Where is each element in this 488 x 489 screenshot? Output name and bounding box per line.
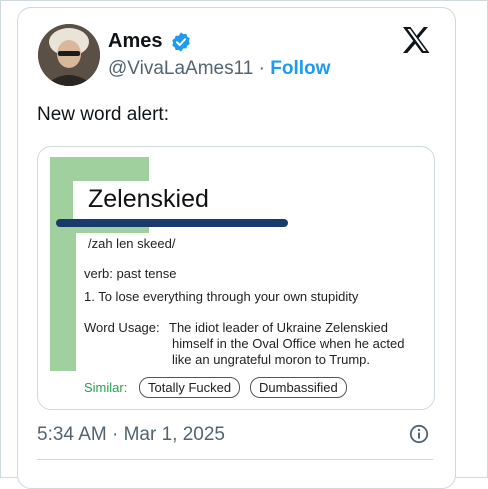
author-handle-line: @VivaLaAmes11 · Follow [108, 58, 330, 80]
pronunciation: /zah len skeed/ [88, 236, 176, 251]
similar-label: Similar: [84, 380, 128, 395]
tweet-text: New word alert: [37, 104, 169, 125]
tweet-media[interactable]: Zelenskied /zah len skeed/ verb: past te… [37, 146, 435, 410]
similar-word-pill: Totally Fucked [139, 377, 241, 398]
blue-underline [56, 219, 288, 227]
definition: 1. To lose everything through your own s… [84, 289, 359, 304]
usage-line: The idiot leader of Ukraine Zelenskied [169, 320, 388, 335]
author-handle[interactable]: @VivaLaAmes11 [108, 58, 253, 79]
follow-button[interactable]: Follow [270, 58, 330, 79]
separator-dot: · [258, 58, 265, 79]
usage-text: The idiot leader of Ukraine Zelenskied h… [169, 320, 431, 368]
similar-word-pill: Dumbassified [250, 377, 347, 398]
part-of-speech: verb: past tense [84, 266, 177, 281]
info-icon[interactable] [409, 424, 429, 444]
x-logo-icon[interactable] [401, 26, 431, 54]
headword: Zelenskied [88, 185, 209, 213]
usage-line: like an ungrateful moron to Trump. [172, 352, 370, 367]
author-name[interactable]: Ames [108, 30, 162, 53]
verified-badge-icon [172, 32, 190, 52]
usage-line: himself in the Oval Office when he acted [172, 336, 405, 351]
avatar[interactable] [38, 24, 100, 86]
tweet-timestamp[interactable]: 5:34 AM · Mar 1, 2025 [37, 424, 225, 446]
usage-label: Word Usage: [84, 320, 160, 335]
divider [37, 459, 433, 460]
